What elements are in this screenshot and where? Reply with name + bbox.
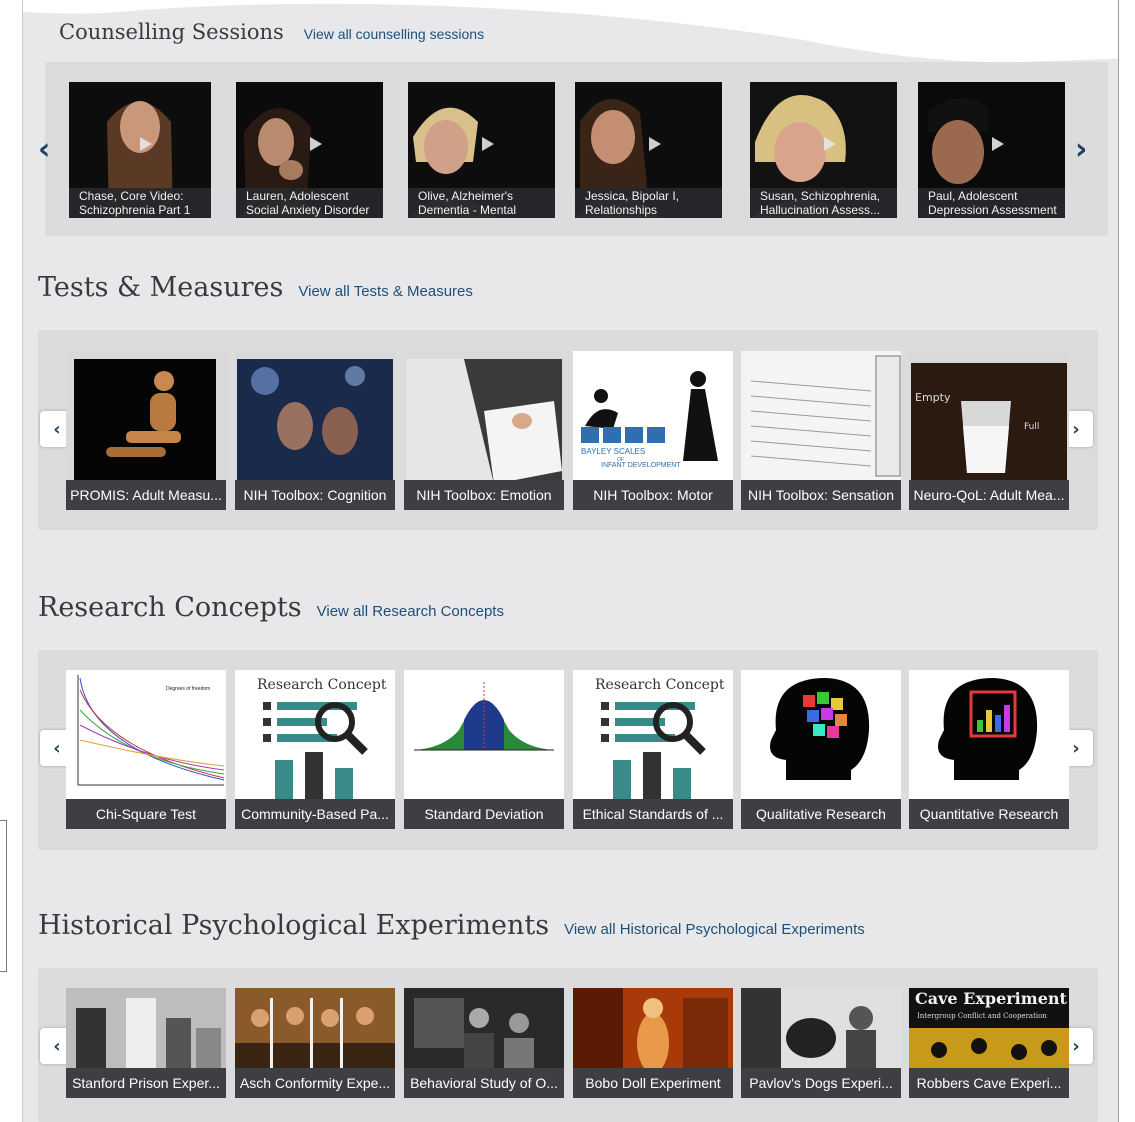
video-caption: Jessica, Bipolar I, Relationships	[575, 188, 722, 218]
svg-text:BAYLEY SCALES: BAYLEY SCALES	[581, 447, 645, 456]
test-caption: NIH Toolbox: Cognition	[235, 480, 395, 510]
test-caption: PROMIS: Adult Measu...	[66, 480, 226, 510]
video-caption: Lauren, Adolescent Social Anxiety Disorde…	[236, 188, 383, 218]
section-title: Tests & Measures	[38, 272, 284, 303]
page: Counselling Sessions View all counsellin…	[22, 0, 1119, 1122]
experiment-caption: Behavioral Study of O...	[404, 1068, 564, 1098]
video-tile[interactable]: Chase, Core Video: Schizophrenia Part 1	[69, 82, 211, 218]
research-caption: Chi-Square Test	[66, 799, 226, 829]
research-tile[interactable]: Quantitative Research	[909, 670, 1069, 829]
video-caption: Olive, Alzheimer'sDementia - Mental Stat…	[408, 188, 555, 218]
research-caption: Standard Deviation	[404, 799, 564, 829]
experiment-caption: Robbers Cave Experi...	[909, 1068, 1069, 1098]
view-all-historical-link[interactable]: View all Historical Psychological Experi…	[564, 921, 865, 938]
research-tile[interactable]: Degrees of freedom Chi-Square Test	[66, 670, 226, 829]
video-tile[interactable]: Olive, Alzheimer'sDementia - Mental Stat…	[408, 82, 555, 218]
experiment-caption: Pavlov's Dogs Experi...	[741, 1068, 901, 1098]
svg-text:Full: Full	[1024, 422, 1039, 432]
section-title: Research Concepts	[38, 592, 302, 623]
test-tile[interactable]: BAYLEY SCALES OF INFANT DEVELOPMENT NIH …	[573, 351, 733, 510]
play-icon	[648, 137, 661, 151]
svg-text:Degrees of freedom: Degrees of freedom	[166, 686, 210, 692]
research-tile[interactable]: Standard Deviation	[404, 670, 564, 829]
video-caption: Susan, Schizophrenia, Hallucination Asses…	[750, 188, 897, 218]
section-title: Counselling Sessions	[59, 20, 284, 44]
research-tile[interactable]: Research Concept Ethical Standards of ..…	[573, 670, 733, 829]
research-caption: Ethical Standards of ...	[573, 799, 733, 829]
experiment-tile[interactable]: Cave Experiment Intergroup Conflict and …	[909, 988, 1069, 1098]
svg-text:Intergroup Conflict and Cooper: Intergroup Conflict and Cooperation	[917, 1012, 1047, 1020]
test-caption: Neuro-QoL: Adult Mea...	[909, 480, 1069, 510]
video-caption: Chase, Core Video: Schizophrenia Part 1	[69, 188, 211, 218]
svg-text:Empty: Empty	[915, 391, 951, 404]
play-icon	[991, 137, 1004, 151]
test-caption: NIH Toolbox: Motor	[573, 480, 733, 510]
experiment-caption: Bobo Doll Experiment	[573, 1068, 733, 1098]
play-icon	[140, 137, 152, 151]
carousel-next-button[interactable]: ›	[1075, 132, 1087, 167]
view-all-research-link[interactable]: View all Research Concepts	[317, 603, 504, 620]
carousel-prev-button[interactable]: ‹	[38, 132, 50, 167]
test-caption: NIH Toolbox: Sensation	[741, 480, 901, 510]
test-tile[interactable]: NIH Toolbox: Cognition	[235, 351, 395, 510]
svg-text:INFANT DEVELOPMENT: INFANT DEVELOPMENT	[601, 462, 681, 469]
experiment-caption: Stanford Prison Exper...	[66, 1068, 226, 1098]
svg-text:Research Concept: Research Concept	[257, 677, 387, 693]
play-icon	[309, 137, 322, 151]
view-all-counselling-link[interactable]: View all counselling sessions	[304, 26, 484, 42]
research-tile[interactable]: Qualitative Research	[741, 670, 901, 829]
experiment-tile[interactable]: Asch Conformity Expe...	[235, 988, 395, 1098]
experiment-tile[interactable]: Behavioral Study of O...	[404, 988, 564, 1098]
experiment-tile[interactable]: Stanford Prison Exper...	[66, 988, 226, 1098]
research-tile[interactable]: Research Concept Community-Based Pa...	[235, 670, 395, 829]
test-tile[interactable]: PROMIS: Adult Measu...	[66, 351, 226, 510]
test-tile[interactable]: NIH Toolbox: Sensation	[741, 351, 901, 510]
video-tile[interactable]: Jessica, Bipolar I, Relationships	[575, 82, 722, 218]
video-tile[interactable]: Lauren, Adolescent Social Anxiety Disorde…	[236, 82, 383, 218]
play-icon	[481, 137, 494, 151]
section-title: Historical Psychological Experiments	[38, 910, 550, 941]
experiment-caption: Asch Conformity Expe...	[235, 1068, 395, 1098]
experiment-tile[interactable]: Bobo Doll Experiment	[573, 988, 733, 1098]
play-icon	[823, 137, 836, 151]
research-caption: Qualitative Research	[741, 799, 901, 829]
test-caption: NIH Toolbox: Emotion	[404, 480, 564, 510]
page-edge-bracket	[0, 820, 7, 972]
svg-text:Research Concept: Research Concept	[595, 677, 725, 693]
research-caption: Quantitative Research	[909, 799, 1069, 829]
svg-text:Cave Experiment: Cave Experiment	[915, 989, 1068, 1008]
video-tile[interactable]: Paul, Adolescent Depression Assessment	[918, 82, 1065, 218]
video-caption: Paul, Adolescent Depression Assessment	[918, 188, 1065, 218]
test-tile[interactable]: NIH Toolbox: Emotion	[404, 351, 564, 510]
view-all-tests-link[interactable]: View all Tests & Measures	[298, 283, 473, 300]
research-caption: Community-Based Pa...	[235, 799, 395, 829]
test-tile[interactable]: Empty Full Neuro-QoL: Adult Mea...	[909, 351, 1069, 510]
video-tile[interactable]: Susan, Schizophrenia, Hallucination Asses…	[750, 82, 897, 218]
experiment-tile[interactable]: Pavlov's Dogs Experi...	[741, 988, 901, 1098]
